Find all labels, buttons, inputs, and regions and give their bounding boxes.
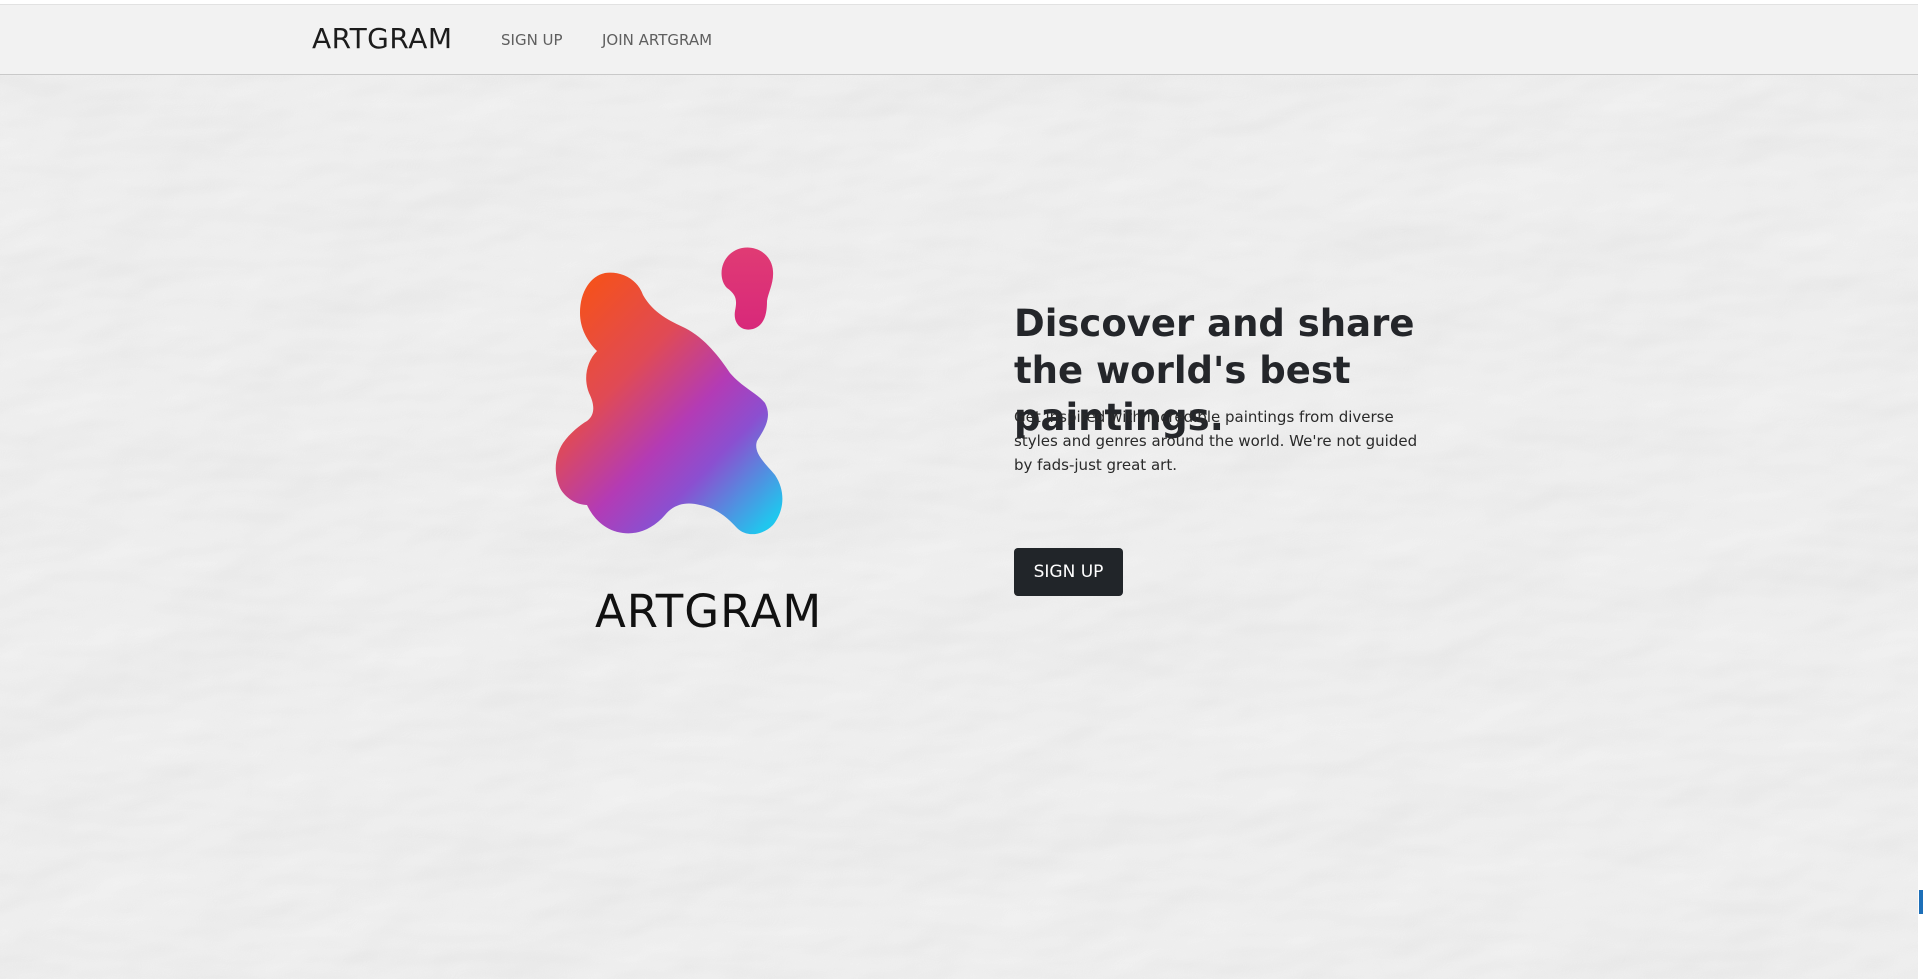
hero-subtext: Get inspired with incredible paintings f… [1014, 408, 1418, 474]
landing-page: ARTGRAM SIGN UP JOIN ARTGRAM ARTGRAM Dis… [0, 0, 1923, 979]
artgram-logo-icon [555, 247, 783, 535]
hero-section: ARTGRAM Discover and share the world's b… [0, 75, 1918, 979]
brand-link[interactable]: ARTGRAM [312, 22, 453, 55]
logo-wordmark: ARTGRAM [595, 585, 823, 638]
page-scrollbar[interactable] [1918, 0, 1923, 979]
scrollbar-thumb[interactable] [1919, 890, 1923, 914]
signup-button[interactable]: SIGN UP [1014, 548, 1123, 596]
plaster-texture-background [0, 75, 1918, 979]
top-navbar: ARTGRAM SIGN UP JOIN ARTGRAM [0, 4, 1918, 75]
nav-join-link[interactable]: JOIN ARTGRAM [602, 31, 712, 49]
nav-signup-link[interactable]: SIGN UP [501, 31, 563, 49]
